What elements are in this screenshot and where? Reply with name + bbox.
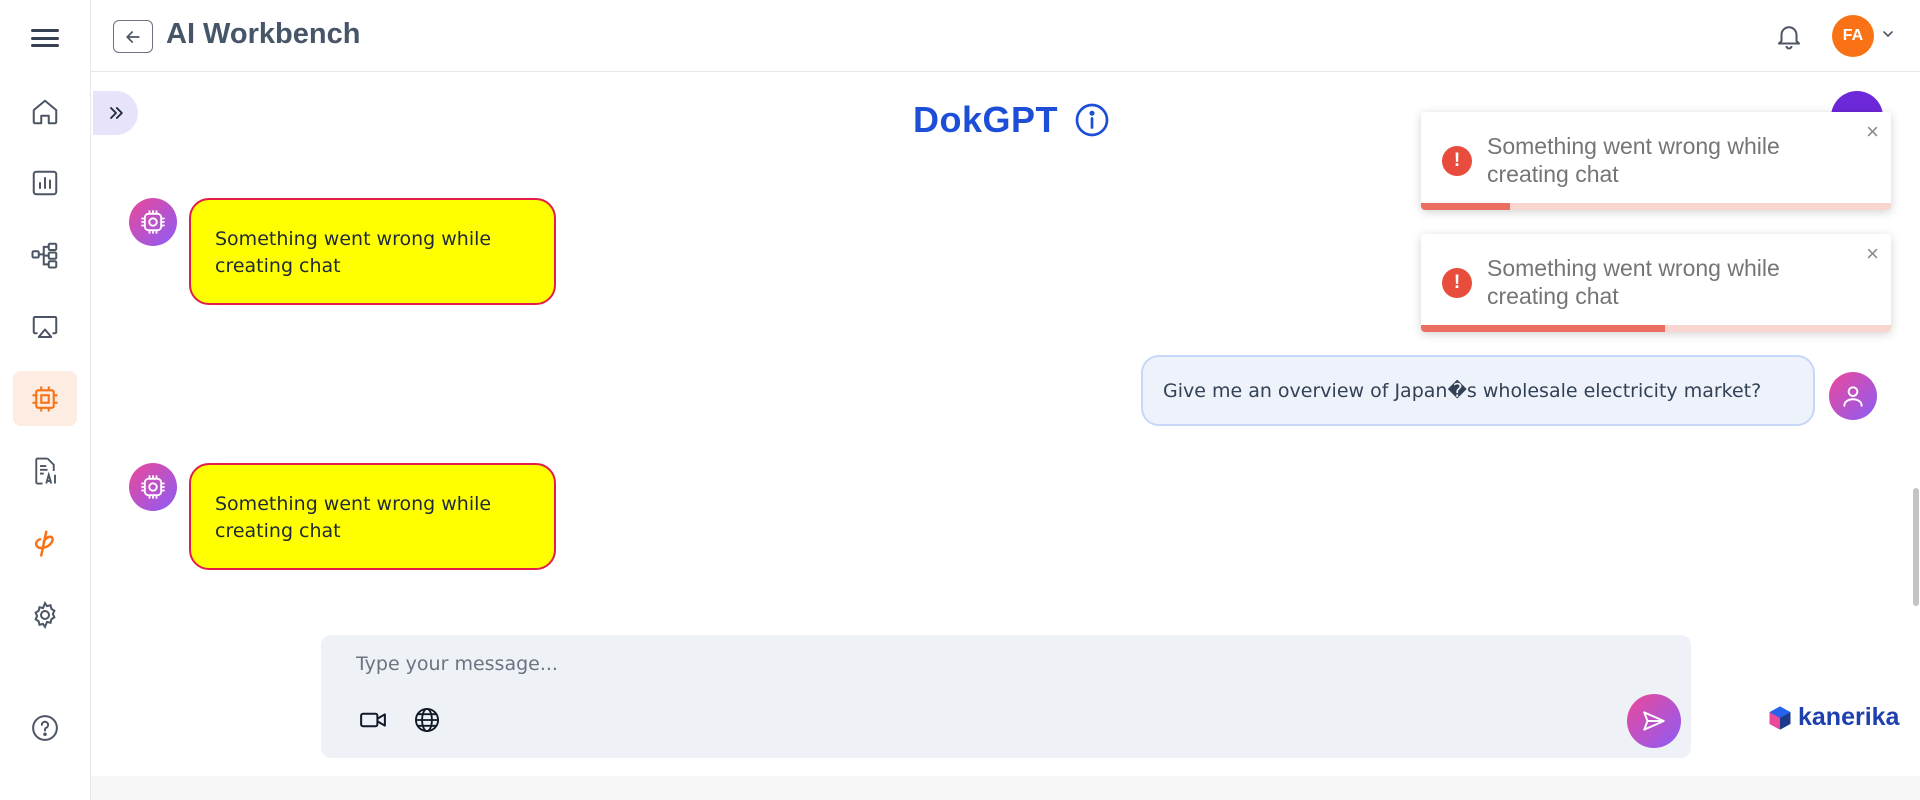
brand-logo: kanerika [1766,703,1899,732]
app-root: AI Workbench FA DokGPT Something went wr… [0,0,1920,800]
user-icon [1843,386,1863,407]
double-chevron-right-icon [109,107,123,119]
sidebar-item-doc-ai[interactable] [13,443,77,498]
close-icon[interactable]: × [1866,121,1879,143]
message-input[interactable] [356,649,1556,679]
error-toast: ! Something went wrong while creating ch… [1421,112,1891,210]
send-button[interactable] [1627,694,1681,748]
info-icon[interactable] [1074,102,1110,138]
footer-band [91,776,1920,800]
document-ai-icon [35,457,56,484]
error-toast: ! Something went wrong while creating ch… [1421,234,1891,332]
brand-name: kanerika [1798,703,1900,731]
page-title-group: DokGPT [913,99,1110,141]
toast-progress-track [1421,325,1891,332]
bot-avatar [129,463,177,511]
chip-icon [141,475,165,499]
toast-message: Something went wrong while creating chat [1487,255,1780,309]
error-icon: ! [1442,146,1472,176]
page-title: DokGPT [913,99,1059,140]
user-message-avatar [1829,372,1877,420]
bar-chart-icon [32,170,58,195]
back-button[interactable] [113,20,153,53]
sidebar-item-workflow[interactable] [13,227,77,282]
sidebar-item-help[interactable] [13,700,77,755]
bot-avatar [129,198,177,246]
sidebar-item-settings[interactable] [13,587,77,642]
chip-icon [141,210,165,234]
message-composer [321,635,1691,758]
scrollbar-thumb[interactable] [1913,488,1919,606]
sidebar-item-ai-chip[interactable] [13,371,77,426]
toast-progress-track [1421,203,1891,210]
notification-bell-icon[interactable] [1771,16,1807,56]
app-title: AI Workbench [166,18,361,50]
toast-message: Something went wrong while creating chat [1487,133,1780,187]
kanerika-logo-icon [1769,705,1791,730]
chip-icon [32,386,58,411]
phi-icon [34,530,54,557]
video-icon[interactable] [356,703,390,737]
sidebar-item-presentation[interactable] [13,299,77,354]
send-icon [1643,711,1665,731]
user-message: Give me an overview of Japan�s wholesale… [1141,355,1815,426]
arrow-left-icon [126,30,140,43]
error-icon: ! [1442,268,1472,298]
home-icon [32,99,58,124]
sidebar-item-phi[interactable] [13,515,77,570]
sidebar-item-home[interactable] [13,84,77,139]
user-avatar-button[interactable]: FA [1832,15,1874,57]
top-header: AI Workbench FA [91,0,1920,72]
close-icon[interactable]: × [1866,243,1879,265]
hamburger-menu-icon[interactable] [31,26,59,50]
chevron-down-icon[interactable] [1880,26,1896,42]
workflow-icon [31,242,58,268]
globe-icon[interactable] [410,703,444,737]
toast-progress-fill [1421,203,1511,210]
sidebar-item-analytics[interactable] [13,155,77,210]
sidebar [0,0,91,800]
expand-panel-button[interactable] [93,91,138,135]
gear-icon [34,600,56,629]
bot-message-error: Something went wrong while creating chat [189,198,556,305]
bot-message-error: Something went wrong while creating chat [189,463,556,570]
help-circle-icon [32,714,58,741]
screen-cast-icon [32,315,58,338]
toast-progress-fill [1421,325,1666,332]
